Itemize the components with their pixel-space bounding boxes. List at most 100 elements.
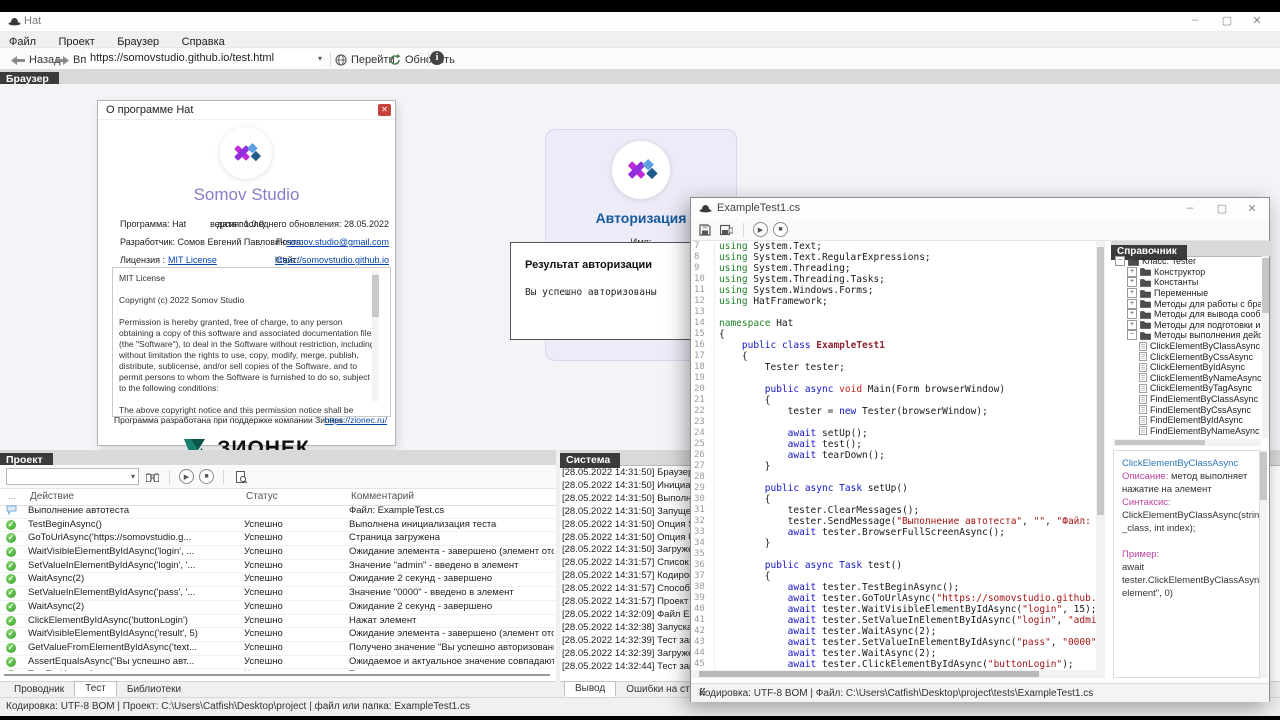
- url-input[interactable]: https://somovstudio.github.io/test.html: [86, 50, 320, 66]
- cell-comment: Ожидание элемента - завершено (элемент о…: [349, 628, 554, 640]
- tree-item[interactable]: ClickElementByNameAsync: [1113, 373, 1261, 384]
- maximize-button[interactable]: ▢: [1212, 14, 1242, 27]
- table-row[interactable]: ✓ WaitAsync(2) Успешно Ожидание 2 секунд - …: [0, 601, 556, 615]
- tree-item[interactable]: + Методы для вывода сообщений: [1113, 309, 1261, 320]
- tree-item[interactable]: ClickElementByClassAsync: [1113, 341, 1261, 352]
- save-as-button[interactable]: [718, 222, 734, 238]
- tree-horizontal-scrollbar[interactable]: [1113, 439, 1261, 446]
- forward-icon: [55, 55, 69, 65]
- cell-action: WaitVisibleElementByIdAsync('result', 5): [28, 628, 198, 640]
- refresh-button[interactable]: Обновить: [384, 50, 460, 70]
- method-icon: [1139, 341, 1147, 351]
- chevron-down-icon: ▾: [130, 472, 135, 481]
- run-button[interactable]: ▶: [753, 222, 768, 237]
- stop-test-button[interactable]: ■: [199, 469, 214, 484]
- splitter[interactable]: [4, 674, 550, 676]
- expander-icon[interactable]: −: [1127, 330, 1137, 341]
- back-icon: [11, 55, 25, 65]
- tree-item[interactable]: ClickElementByTagAsync: [1113, 383, 1261, 394]
- project-toolbar: ▾ ▶ ■: [0, 465, 556, 489]
- table-row[interactable]: ✓ GetValueFromElementByIdAsync('text... Ус…: [0, 642, 556, 656]
- doc-method-name[interactable]: ClickElementByClassAsync: [1122, 458, 1238, 469]
- site-link[interactable]: https://somovstudio.github.io: [275, 255, 389, 265]
- program-label: Программа: Hat: [120, 219, 187, 229]
- info-button[interactable]: i: [430, 51, 444, 65]
- tree-item[interactable]: − Методы выполнения действий: [1113, 330, 1261, 341]
- resize-grip[interactable]: ⠿: [699, 688, 1267, 699]
- col-action[interactable]: Действие: [30, 491, 74, 502]
- table-row[interactable]: ✓ ClickElementByIdAsync('buttonLogin') Усп…: [0, 615, 556, 629]
- folder-icon: [1140, 268, 1151, 277]
- expander-icon[interactable]: +: [1127, 266, 1137, 277]
- stop-button[interactable]: ■: [773, 222, 788, 237]
- table-row[interactable]: Выполнение автотеста Файл: ExampleTest.cs: [0, 505, 556, 519]
- tree-item[interactable]: + Переменные: [1113, 288, 1261, 299]
- save-button[interactable]: [697, 222, 713, 238]
- mail-link[interactable]: somov.studio@gmail.com: [286, 237, 389, 247]
- support-link[interactable]: https://zionec.ru/: [325, 415, 387, 425]
- license-link[interactable]: MIT License: [168, 255, 217, 265]
- run-test-button[interactable]: ▶: [179, 469, 194, 484]
- col-comment[interactable]: Комментарий: [351, 491, 414, 502]
- minimize-button[interactable]: –: [1175, 202, 1205, 214]
- table-row[interactable]: ✓ WaitVisibleElementByIdAsync('login', ..…: [0, 546, 556, 560]
- license-scrollbar[interactable]: [372, 271, 379, 401]
- vertical-scrollbar[interactable]: [1096, 241, 1105, 670]
- tree-item[interactable]: FindElementByIdAsync: [1113, 415, 1261, 426]
- tree-item[interactable]: ClickElementByIdAsync: [1113, 362, 1261, 373]
- tree-item[interactable]: FindElementByClassAsync: [1113, 394, 1261, 405]
- table-row[interactable]: ✓ SetValueInElementByIdAsync('login', '..…: [0, 560, 556, 574]
- doc-vertical-scrollbar[interactable]: [1260, 450, 1267, 678]
- tree-item[interactable]: + Методы для подготовки и завер: [1113, 319, 1261, 331]
- tree-item[interactable]: FindElementByCssAsync: [1113, 404, 1261, 415]
- table-row[interactable]: ✓ WaitVisibleElementByIdAsync('result', 5…: [0, 628, 556, 642]
- expander-icon[interactable]: +: [1127, 319, 1137, 330]
- table-row[interactable]: ✓ WaitAsync(2) Успешно Ожидание 2 секунд - …: [0, 573, 556, 588]
- expander-icon[interactable]: +: [1127, 288, 1137, 299]
- close-icon[interactable]: ✕: [378, 104, 391, 116]
- tab-Библиотеки[interactable]: Библиотеки: [117, 683, 191, 697]
- cell-status: Успешно: [244, 546, 283, 558]
- tree-item-label: Методы для работы с браузером: [1154, 298, 1261, 309]
- minimize-button[interactable]: –: [1180, 14, 1210, 26]
- tree-item[interactable]: + Константы: [1113, 277, 1261, 288]
- col-status[interactable]: Статус: [246, 491, 278, 502]
- tab-system[interactable]: Система: [560, 453, 621, 468]
- close-button[interactable]: ✕: [1237, 202, 1267, 215]
- code-editor[interactable]: using System.Text; using System.Text.Regu…: [719, 241, 1096, 670]
- tree-item[interactable]: − Класс: Tester: [1113, 256, 1261, 267]
- cell-comment: Нажат элемент: [349, 614, 417, 626]
- method-icon: [1139, 362, 1147, 372]
- tree-item[interactable]: FindElementByNameAsync: [1113, 426, 1261, 437]
- expander-icon[interactable]: +: [1127, 277, 1137, 288]
- tree-item-label: Конструктор: [1154, 266, 1206, 277]
- tree-item[interactable]: + Методы для работы с браузером: [1113, 298, 1261, 309]
- tab-Вывод[interactable]: Вывод: [564, 681, 617, 697]
- table-row[interactable]: ✓ SetValueInElementByIdAsync('pass', '...…: [0, 587, 556, 601]
- table-row[interactable]: ✓ GoToUrlAsync('https://somovstudio.g... У…: [0, 532, 556, 547]
- tree-item[interactable]: ClickElementByCssAsync: [1113, 351, 1261, 362]
- tree-vertical-scrollbar[interactable]: [1262, 256, 1269, 438]
- close-button[interactable]: ✕: [1242, 14, 1272, 27]
- search-button[interactable]: [144, 469, 160, 485]
- tab-Проводник[interactable]: Проводник: [4, 683, 74, 697]
- cell-status: Успешно: [244, 559, 283, 571]
- tree-item[interactable]: + Конструктор: [1113, 266, 1261, 278]
- table-row[interactable]: ✓ TestBeginAsync() Успешно Выполнена инициа…: [0, 519, 556, 533]
- table-row[interactable]: ✓ AssertEqualsAsync("Вы успешно авт... Усп…: [0, 656, 556, 670]
- chevron-down-icon[interactable]: ▾: [318, 54, 322, 63]
- check-icon: ✓: [6, 574, 16, 585]
- auth-result-box: Результат авторизации Вы успешно авториз…: [510, 242, 698, 340]
- table-row[interactable]: ✓ TestEndAsync() Успешно Тест завершен - вс…: [0, 669, 556, 671]
- horizontal-scrollbar[interactable]: [691, 670, 1105, 678]
- maximize-button[interactable]: ▢: [1207, 202, 1237, 215]
- report-button[interactable]: [233, 469, 249, 485]
- expander-icon[interactable]: −: [1115, 256, 1125, 267]
- test-select[interactable]: ▾: [6, 468, 139, 485]
- editor-toolbar: ▶ ■: [691, 219, 1269, 241]
- expander-icon[interactable]: +: [1127, 298, 1137, 309]
- tab-Тест[interactable]: Тест: [74, 681, 117, 697]
- expander-icon[interactable]: +: [1127, 309, 1137, 320]
- license-label: Лицензия :: [120, 255, 165, 265]
- cell-action: GoToUrlAsync('https://somovstudio.g...: [28, 532, 192, 544]
